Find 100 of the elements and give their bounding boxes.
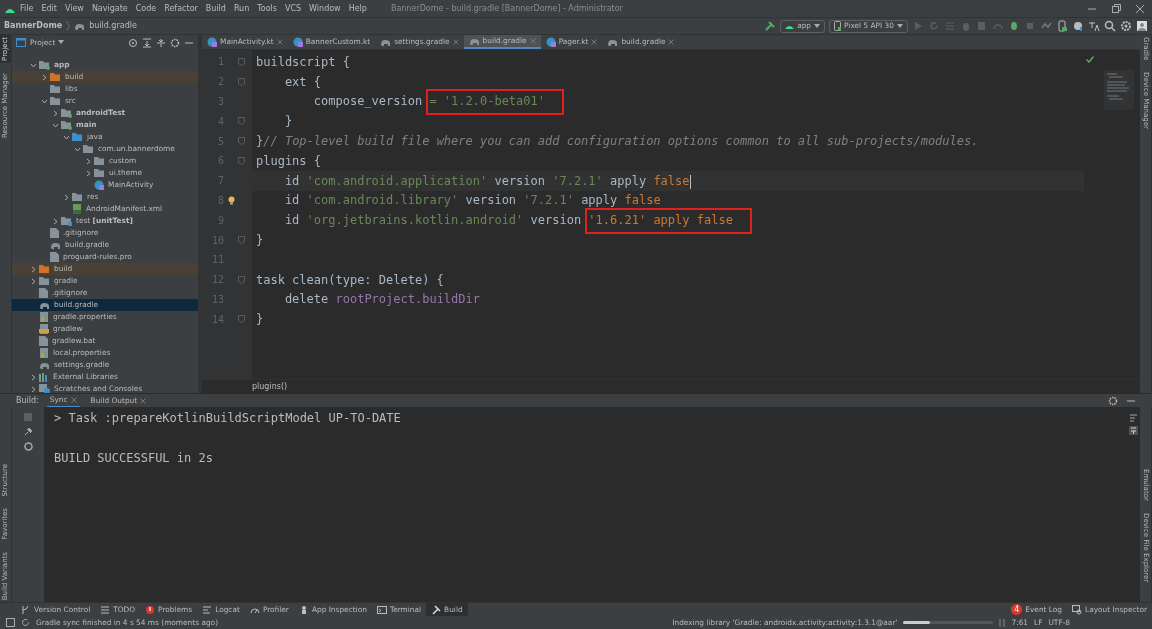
fold-marker-icon[interactable] [238,117,245,126]
code-line: task clean(type: Delete) { [255,271,444,289]
device-icon[interactable] [1056,20,1068,32]
class-icon [94,180,104,190]
inspector-icon [1072,604,1083,615]
folder-icon [61,108,72,118]
lines-icon [202,604,213,615]
class-icon [545,37,556,47]
error-icon [145,604,156,615]
chevron-down-icon[interactable] [29,61,37,69]
chevron-right-icon[interactable] [40,73,48,81]
close-icon[interactable] [276,39,283,45]
menu-item[interactable]: Window [305,2,345,15]
elephant-icon [39,360,50,370]
fold-marker-icon[interactable] [238,275,245,284]
menu-item[interactable]: Code [131,2,161,15]
translate-icon[interactable] [1088,20,1100,32]
code-line: delete rootProject.buildDir [283,291,480,309]
collapse-all-icon[interactable] [156,37,166,48]
expand-all-icon[interactable] [142,37,152,48]
fold-marker-icon[interactable] [238,77,245,86]
folder-icon [94,168,105,178]
separator-icon [66,21,71,31]
avatar-icon[interactable] [1136,20,1148,32]
chevron-right-icon[interactable] [51,217,59,225]
menu-item[interactable]: Help [344,2,371,15]
debug-bug-icon[interactable] [1008,20,1020,32]
code-line: } [255,311,264,329]
search-icon[interactable] [1104,20,1116,32]
class-icon [207,37,217,47]
libraries-icon [39,372,49,382]
menu-item[interactable]: Build [201,2,230,15]
code-line: id 'com.android.application' version '7.2.1' apply false [283,172,690,190]
breadcrumb-item[interactable]: build.gradle [89,20,137,32]
menu-item[interactable]: Tools [253,2,281,15]
code-line: } [283,113,293,131]
folder-icon [61,120,72,130]
close-icon[interactable] [140,397,147,404]
android-icon [785,23,795,29]
pin-icon[interactable] [23,427,33,436]
code-line: id 'org.jetbrains.kotlin.android' version '1.6.21' apply false [283,212,733,230]
fold-marker-icon[interactable] [238,236,245,245]
branch-icon [21,604,31,615]
fold-marker-icon[interactable] [238,156,245,165]
menu-item[interactable]: File [16,2,38,15]
menu-item[interactable]: Edit [37,2,61,15]
menu-item[interactable]: Run [229,2,254,15]
locate-icon[interactable] [128,37,138,48]
console-line: > Task :prepareKotlinBuildScriptModel UP-TO-DATE [54,410,402,427]
folder-icon [50,96,61,106]
scroll-end-icon[interactable] [1128,426,1138,435]
caret-icon [814,24,821,28]
script-file-icon [39,324,49,334]
hammer-icon[interactable] [764,20,777,32]
settings-icon[interactable] [1108,395,1118,406]
close-icon[interactable] [70,396,77,403]
menu-item[interactable]: VCS [280,2,306,15]
code-line: }// Top-level build file where you can add configuration options common to all sub-projects/modules. [255,133,979,151]
elephant-icon [468,36,480,46]
close-icon[interactable] [452,39,459,45]
settings-icon[interactable] [170,37,180,48]
folder-icon [83,144,94,154]
code-line: compose_version = '1.2.0-beta01' [312,93,545,111]
menu-item[interactable]: Refactor [160,2,202,15]
scratches-icon [39,384,50,393]
chevron-right-icon[interactable] [51,109,59,117]
folder-icon [72,192,83,202]
code-line: ext { [283,73,322,91]
breadcrumb-item[interactable]: plugins() [252,380,288,393]
list-icon [100,604,111,615]
folder-icon [61,216,72,226]
close-icon[interactable] [591,39,598,45]
panel-toggle-icon[interactable] [6,618,15,627]
folder-icon [94,156,105,166]
window-title: BannerDome - build.gradle [BannerDome] - Administrator [389,2,624,15]
eye-icon[interactable] [23,442,33,451]
elephant-icon [39,300,50,310]
menu-item[interactable]: View [60,2,88,15]
terminal-icon [376,604,387,615]
file-icon [39,336,48,346]
code-line: } [255,232,264,250]
console-line: BUILD SUCCESSFUL in 2s [54,450,214,467]
chevron-down-icon[interactable] [40,97,48,105]
close-icon[interactable] [668,39,675,45]
breadcrumb-item[interactable]: BannerDome [4,20,63,32]
fold-marker-icon[interactable] [238,57,245,66]
lightbulb-icon[interactable] [227,195,235,205]
folder-icon [72,132,83,142]
menu-item[interactable]: Navigate [87,2,132,15]
chevron-right-icon[interactable] [62,193,70,201]
caret-icon [58,40,65,45]
elephant-icon [380,37,392,47]
fold-marker-icon[interactable] [238,137,245,146]
panel-label: Build: [16,394,39,407]
settings-icon[interactable] [1120,20,1132,32]
fold-marker-icon[interactable] [238,315,245,324]
file-icon [50,252,59,262]
folder-icon [50,72,61,82]
panel-icon [16,38,26,47]
settings-file-icon [39,312,49,322]
